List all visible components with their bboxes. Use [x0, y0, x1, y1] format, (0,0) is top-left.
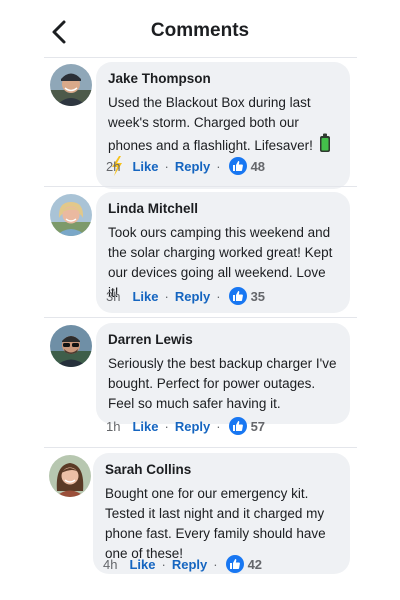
comment-divider: [44, 317, 357, 318]
comment-actions: 3h Like · Reply · 35: [106, 286, 265, 306]
header-divider: [44, 57, 357, 58]
avatar[interactable]: [50, 64, 92, 106]
separator-dot: ·: [164, 288, 169, 304]
like-button[interactable]: Like: [132, 419, 158, 434]
avatar[interactable]: [50, 325, 92, 367]
reply-button[interactable]: Reply: [175, 289, 210, 304]
reply-button[interactable]: Reply: [175, 159, 210, 174]
comment-timestamp: 1h: [106, 418, 121, 434]
comment-actions: 2h Like · Reply · 48: [106, 156, 265, 176]
thumbs-up-icon: [228, 157, 247, 175]
avatar[interactable]: [50, 194, 92, 236]
thumbs-up-icon: [228, 417, 247, 435]
separator-dot: ·: [216, 418, 221, 434]
comment-author[interactable]: Jake Thompson: [108, 71, 338, 86]
comment-bubble: Darren Lewis Seriously the best backup c…: [96, 323, 350, 424]
comment-text-content: Used the Blackout Box during last week's…: [108, 95, 313, 153]
page-title: Comments: [150, 20, 250, 41]
avatar[interactable]: [49, 455, 91, 497]
comment-divider: [44, 186, 357, 187]
like-count: 48: [250, 158, 266, 174]
reply-button[interactable]: Reply: [175, 419, 210, 434]
separator-dot: ·: [213, 556, 218, 572]
comment-author[interactable]: Sarah Collins: [105, 462, 338, 477]
comment-text: Bought one for our emergency kit. Tested…: [105, 486, 326, 561]
thumbs-up-icon: [228, 287, 247, 305]
comment-author[interactable]: Darren Lewis: [108, 332, 338, 347]
like-count: 42: [247, 556, 263, 572]
comment-actions: 1h Like · Reply · 57: [106, 416, 265, 436]
separator-dot: ·: [216, 288, 221, 304]
like-button[interactable]: Like: [129, 557, 155, 572]
battery-icon: [319, 133, 331, 153]
separator-dot: ·: [161, 556, 166, 572]
comment-timestamp: 3h: [106, 288, 121, 304]
comment-text: Seriously the best backup charger I've b…: [108, 356, 337, 411]
separator-dot: ·: [216, 158, 221, 174]
comment-timestamp: 2h: [106, 158, 121, 174]
comment-divider: [44, 447, 357, 448]
thumbs-up-icon: [225, 555, 244, 573]
separator-dot: ·: [164, 158, 169, 174]
like-button[interactable]: Like: [132, 159, 158, 174]
comment-actions: 4h Like · Reply · 42: [103, 554, 262, 574]
header: Comments: [0, 0, 400, 58]
reply-button[interactable]: Reply: [172, 557, 207, 572]
separator-dot: ·: [164, 418, 169, 434]
comment-timestamp: 4h: [103, 556, 118, 572]
comment-author[interactable]: Linda Mitchell: [108, 201, 338, 216]
like-count: 57: [250, 418, 266, 434]
like-count: 35: [250, 288, 266, 304]
like-button[interactable]: Like: [132, 289, 158, 304]
